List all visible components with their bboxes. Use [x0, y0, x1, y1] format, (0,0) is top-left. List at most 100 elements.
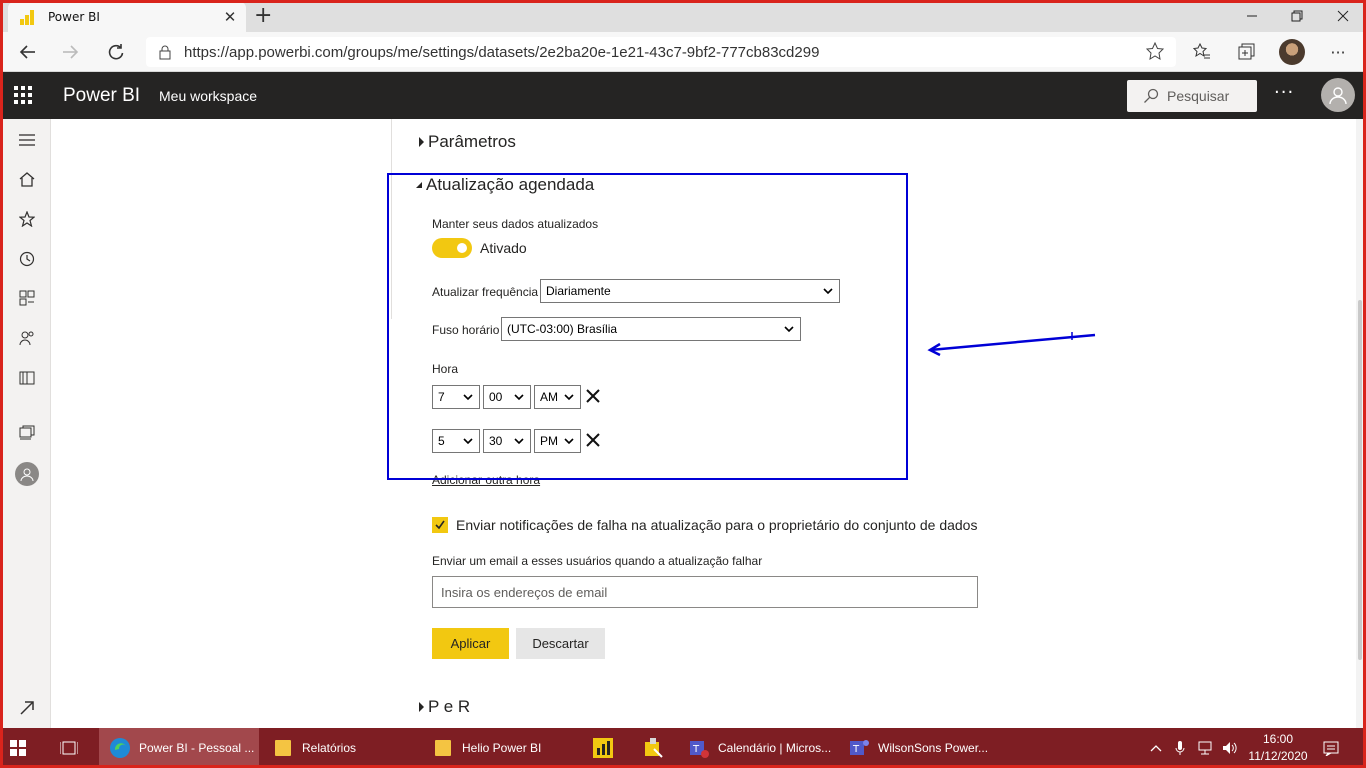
scrollbar-thumb[interactable] [1358, 300, 1362, 660]
show-hidden-icons-chevron-icon[interactable] [1150, 728, 1170, 768]
app-name[interactable]: Power BI [63, 85, 140, 107]
close-tab-icon[interactable]: ✕ [222, 8, 238, 26]
apps-icon[interactable] [16, 287, 38, 309]
collapse-caret-icon [416, 182, 422, 188]
section-parametros-label: Parâmetros [428, 132, 516, 151]
task-view-icon[interactable] [60, 728, 86, 768]
taskbar-clock[interactable]: 16:00 11/12/2020 [1248, 731, 1308, 765]
chevron-down-icon [564, 438, 574, 445]
minute-select[interactable]: 00 [483, 385, 531, 409]
app-launcher-icon[interactable] [14, 86, 32, 104]
taskbar-item-helio[interactable]: Helio Power BI [432, 728, 572, 768]
browser-menu-icon[interactable]: ··· [1320, 32, 1356, 72]
forward-arrow-icon[interactable] [50, 32, 90, 72]
my-workspace-avatar-icon[interactable] [15, 462, 39, 486]
home-icon[interactable] [16, 168, 38, 190]
new-tab-icon[interactable]: + [254, 5, 272, 27]
get-data-arrow-icon[interactable] [16, 697, 38, 719]
chevron-down-icon [784, 326, 794, 333]
notifications-icon[interactable] [1323, 728, 1345, 768]
microphone-icon[interactable] [1174, 728, 1192, 768]
recent-clock-icon[interactable] [16, 248, 38, 270]
minute-value: 30 [489, 434, 503, 448]
gateway-tool-icon[interactable] [642, 728, 668, 768]
chevron-down-icon [514, 394, 524, 401]
period-select[interactable]: AM [534, 385, 581, 409]
expand-caret-icon [419, 137, 424, 147]
search-placeholder: Pesquisar [1167, 88, 1230, 104]
hamburger-menu-icon[interactable] [16, 129, 38, 151]
browser-toolbar: https://app.powerbi.com/groups/me/settin… [0, 32, 1366, 72]
frequency-value: Diariamente [546, 284, 611, 298]
notify-checkbox[interactable] [432, 517, 448, 533]
browser-tab-bar: Power BI ✕ + [0, 0, 1366, 32]
collections-icon[interactable] [1228, 32, 1264, 72]
minute-value: 00 [489, 390, 503, 404]
favorites-icon[interactable] [16, 208, 38, 230]
clock-time: 16:00 [1262, 732, 1294, 746]
minute-select[interactable]: 30 [483, 429, 531, 453]
taskbar-item-calendario[interactable]: T Calendário | Micros... [688, 728, 833, 768]
windows-start-icon[interactable] [10, 728, 40, 768]
network-icon[interactable] [1198, 728, 1218, 768]
volume-icon[interactable] [1222, 728, 1242, 768]
tab-title: Power BI [48, 10, 100, 24]
discard-button[interactable]: Descartar [516, 628, 605, 659]
svg-text:T: T [692, 744, 700, 755]
address-bar[interactable]: https://app.powerbi.com/groups/me/settin… [146, 37, 1176, 67]
period-select[interactable]: PM [534, 429, 581, 453]
learn-book-icon[interactable] [16, 367, 38, 389]
url-text: https://app.powerbi.com/groups/me/settin… [184, 43, 820, 61]
taskbar-item-label: Relatórios [302, 741, 357, 755]
email-input[interactable]: Insira os endereços de email [432, 576, 978, 608]
section-atualizacao-agendada[interactable]: Atualização agendada [416, 175, 594, 195]
keep-updated-toggle[interactable] [432, 238, 472, 258]
teams-icon: T [688, 737, 710, 759]
clock-date: 11/12/2020 [1248, 749, 1308, 763]
taskbar-item-powerbi[interactable]: Power BI - Pessoal ... [99, 728, 259, 768]
browser-tab[interactable]: Power BI ✕ [8, 2, 246, 32]
close-window-icon[interactable] [1320, 0, 1366, 32]
lock-icon [159, 45, 171, 60]
taskbar-item-label: Power BI - Pessoal ... [139, 741, 255, 755]
email-placeholder: Insira os endereços de email [441, 584, 608, 600]
chevron-down-icon [823, 288, 833, 295]
favorite-star-icon[interactable] [1146, 42, 1164, 60]
email-users-label: Enviar um email a esses usuários quando … [432, 554, 763, 568]
favorites-list-icon[interactable] [1184, 32, 1220, 72]
user-avatar-icon[interactable] [1321, 78, 1355, 112]
restore-icon[interactable] [1274, 0, 1320, 32]
settings-pane: Parâmetros Atualização agendada Manter s… [52, 119, 1358, 728]
timezone-label: Fuso horário [432, 323, 500, 337]
svg-text:T: T [852, 744, 860, 755]
workspaces-icon[interactable] [16, 422, 38, 444]
shared-with-me-icon[interactable] [16, 327, 38, 349]
refresh-icon[interactable] [96, 32, 136, 72]
more-options-icon[interactable]: ··· [1274, 82, 1294, 103]
taskbar-item-label: Calendário | Micros... [718, 741, 832, 755]
remove-time-close-icon[interactable] [585, 388, 601, 404]
minimize-icon[interactable] [1229, 0, 1275, 32]
profile-avatar-icon[interactable] [1274, 32, 1310, 72]
section-per[interactable]: P e R [419, 697, 470, 717]
windows-taskbar: Power BI - Pessoal ... Relatórios Helio … [0, 728, 1366, 768]
folder-icon [432, 737, 454, 759]
frequency-select[interactable]: Diariamente [540, 279, 840, 303]
hour-select[interactable]: 5 [432, 429, 480, 453]
back-arrow-icon[interactable] [8, 32, 48, 72]
section-parametros[interactable]: Parâmetros [419, 132, 516, 152]
timezone-select[interactable]: (UTC-03:00) Brasília [501, 317, 801, 341]
workspace-breadcrumb[interactable]: Meu workspace [159, 88, 257, 104]
taskbar-item-wilsonsons[interactable]: T WilsonSons Power... [848, 728, 993, 768]
powerbi-desktop-icon[interactable] [592, 728, 618, 768]
powerbi-favicon-icon [20, 9, 36, 25]
remove-time-close-icon[interactable] [585, 432, 601, 448]
taskbar-item-relatorios[interactable]: Relatórios [272, 728, 412, 768]
teams-icon: T [848, 737, 870, 759]
section-atualizacao-label: Atualização agendada [426, 175, 595, 194]
search-box[interactable]: Pesquisar [1127, 80, 1257, 112]
add-time-link[interactable]: Adicionar outra hora [432, 473, 540, 487]
hour-select[interactable]: 7 [432, 385, 480, 409]
apply-button[interactable]: Aplicar [432, 628, 509, 659]
hour-value: 5 [438, 434, 445, 448]
